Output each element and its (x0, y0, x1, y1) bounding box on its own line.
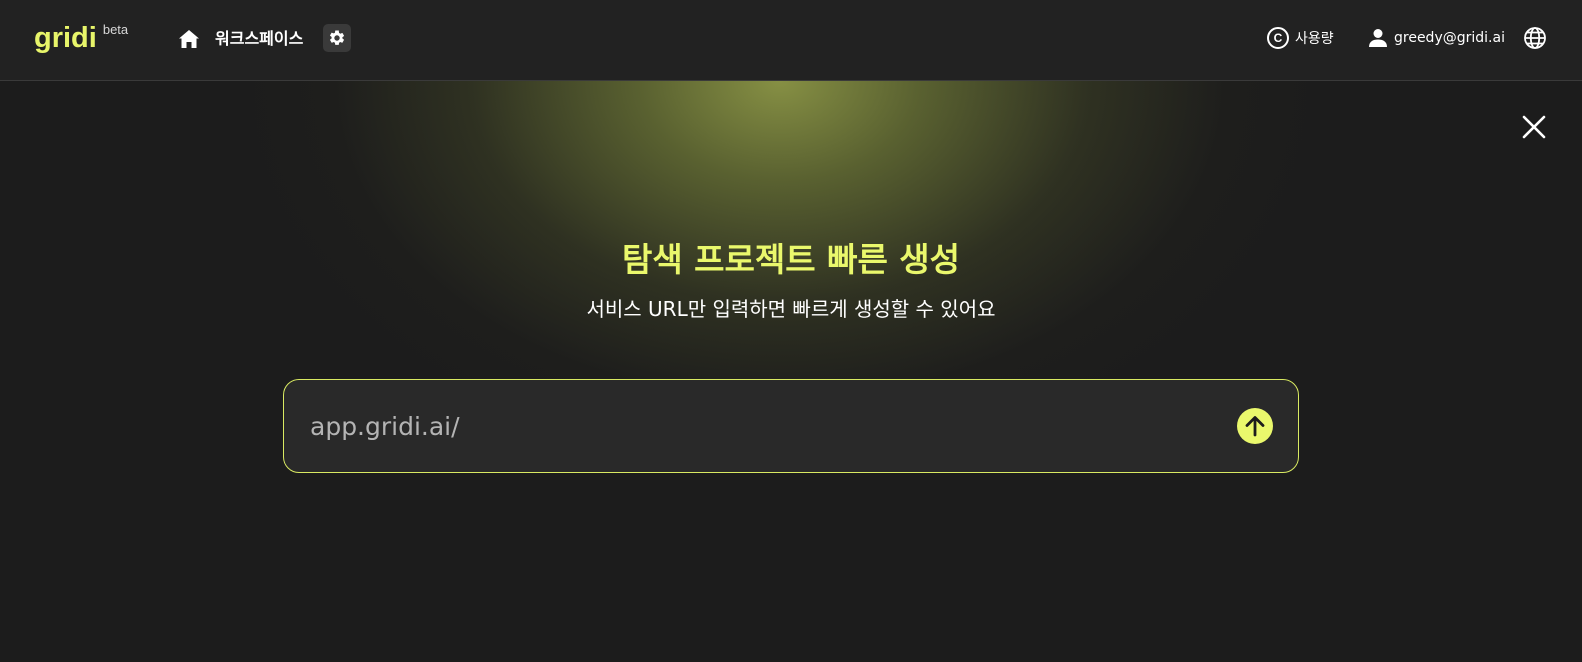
user-menu-button[interactable]: greedy@gridi.ai (1368, 26, 1505, 50)
logo[interactable]: gridi beta (34, 18, 128, 58)
close-icon (1522, 115, 1546, 139)
app-root: gridi beta 워크스페이스 C 사용량 greedy@gridi.ai (0, 0, 1582, 662)
usage-button[interactable]: C 사용량 (1267, 26, 1334, 50)
language-button[interactable] (1522, 25, 1548, 51)
page-subtitle: 서비스 URL만 입력하면 빠르게 생성할 수 있어요 (586, 297, 996, 321)
url-input-box (283, 379, 1299, 473)
logo-text: gridi (34, 22, 97, 54)
background-glow (0, 81, 1582, 662)
person-icon (1369, 29, 1387, 47)
url-input[interactable] (308, 404, 1188, 448)
copyright-circle-icon: C (1267, 27, 1289, 49)
beta-badge: beta (102, 22, 129, 37)
main-content: 탐색 프로젝트 빠른 생성 서비스 URL만 입력하면 빠르게 생성할 수 있어… (0, 81, 1582, 662)
top-header: gridi beta 워크스페이스 C 사용량 greedy@gridi.ai (0, 0, 1582, 81)
close-button[interactable] (1520, 113, 1548, 141)
workspace-settings-button[interactable] (323, 24, 351, 52)
submit-url-button[interactable] (1237, 408, 1273, 444)
home-icon (179, 30, 199, 48)
globe-icon (1524, 27, 1546, 49)
usage-label: 사용량 (1295, 31, 1334, 47)
user-email: greedy@gridi.ai (1394, 30, 1505, 46)
arrow-up-icon (1245, 416, 1265, 437)
home-button[interactable] (176, 26, 202, 52)
gear-icon (329, 30, 345, 45)
workspace-link[interactable]: 워크스페이스 (215, 26, 303, 52)
page-title: 탐색 프로젝트 빠른 생성 (621, 240, 961, 279)
